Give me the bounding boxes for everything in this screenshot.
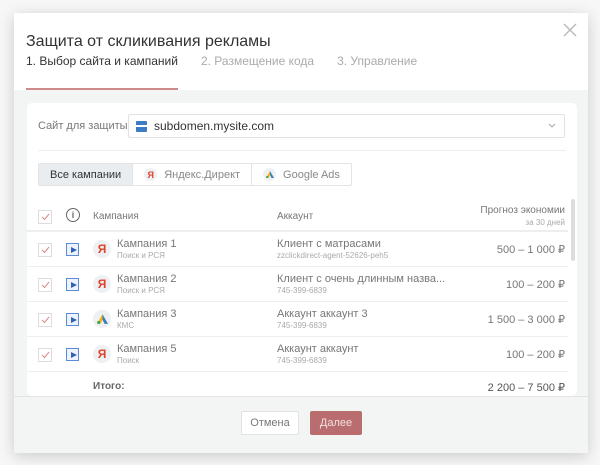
account-name: Аккаунт аккаунт: [277, 343, 359, 355]
row-checkbox[interactable]: [38, 278, 52, 292]
campaign-cell: Кампания 2 Поиск и РСЯ: [117, 273, 177, 295]
campaign-type: Поиск и РСЯ: [117, 286, 165, 295]
scrollbar[interactable]: [571, 199, 575, 261]
site-icon: [136, 120, 147, 132]
forecast-value: 100 – 200 ₽: [506, 279, 565, 291]
campaign-cell: Кампания 3 КМС: [117, 308, 177, 330]
campaign-name: Кампания 2: [117, 273, 177, 285]
header-forecast: Прогноз экономии за 30 дней: [480, 205, 565, 227]
close-icon[interactable]: [562, 22, 578, 38]
account-name: Клиент с очень длинным назва...: [277, 273, 446, 285]
site-label: Сайт для защиты: [38, 120, 128, 132]
account-id: 745-399-6839: [277, 356, 327, 365]
steps-tabs: 1. Выбор сайта и кампаний 2. Размещение …: [26, 54, 417, 90]
campaign-cell: Кампания 5 Поиск: [117, 343, 177, 365]
cancel-button[interactable]: Отмена: [241, 411, 299, 435]
campaign-name: Кампания 3: [117, 308, 177, 320]
forecast-label: Прогноз экономии: [480, 205, 565, 216]
row-checkbox[interactable]: [38, 313, 52, 327]
filter-label: Google Ads: [283, 168, 340, 181]
row-checkbox[interactable]: [38, 243, 52, 257]
campaign-name: Кампания 1: [117, 238, 177, 250]
total-value: 2 200 – 7 500 ₽: [487, 382, 565, 394]
campaign-name: Кампания 5: [117, 343, 177, 355]
content-card: Сайт для защиты subdomen.mysite.com Все …: [27, 103, 577, 396]
total-label: Итого:: [93, 381, 125, 392]
platform-filter: Все кампании Я Яндекс.Директ Google Ads: [38, 163, 352, 186]
google-ads-icon: [93, 310, 111, 328]
forecast-value: 1 500 – 3 000 ₽: [487, 314, 565, 326]
header-account: Аккаунт: [277, 211, 314, 222]
filter-yandex[interactable]: Я Яндекс.Директ: [132, 164, 251, 185]
campaign-type: Поиск: [117, 356, 140, 365]
filter-label: Яндекс.Директ: [164, 168, 241, 181]
dialog-title: Защита от скликивания рекламы: [26, 33, 271, 50]
play-icon[interactable]: [66, 243, 79, 256]
divider: [38, 150, 566, 151]
play-icon[interactable]: [66, 313, 79, 326]
google-ads-icon: [263, 168, 277, 181]
table-row: Кампания 3 КМС Аккаунт аккаунт 3 745-399-68…: [27, 302, 568, 337]
tab-step-3[interactable]: 3. Управление: [337, 54, 417, 90]
campaign-type: КМС: [117, 321, 135, 330]
header-campaign: Кампания: [93, 211, 139, 222]
table-row: Я Кампания 1 Поиск и РСЯ Клиент с матрасами…: [27, 232, 568, 267]
filter-google[interactable]: Google Ads: [251, 164, 351, 185]
next-button[interactable]: Далее: [310, 411, 362, 435]
campaigns-table: i Кампания Аккаунт Прогноз экономии за 30…: [27, 199, 568, 396]
tab-step-1[interactable]: 1. Выбор сайта и кампаний: [26, 54, 178, 90]
account-cell: Клиент с очень длинным назва... 745-399-6…: [277, 273, 445, 295]
table-header: i Кампания Аккаунт Прогноз экономии за 30…: [27, 199, 568, 232]
account-id: 745-399-6839: [277, 286, 327, 295]
table-row: Я Кампания 2 Поиск и РСЯ Клиент с очень дли…: [27, 267, 568, 302]
footer-divider: [14, 396, 588, 397]
select-all-checkbox[interactable]: [38, 210, 52, 224]
account-cell: Аккаунт аккаунт 3 745-399-6839: [277, 308, 368, 330]
table-row: Я Кампания 5 Поиск Аккаунт аккаунт 745-399-6…: [27, 337, 568, 372]
modal-header: Защита от скликивания рекламы 1. Выбор с…: [14, 13, 588, 90]
row-checkbox[interactable]: [38, 348, 52, 362]
account-cell: Клиент с матрасами zzclickdirect-agent-52…: [277, 238, 388, 260]
chevron-down-icon: [548, 123, 556, 128]
modal-dialog: Защита от скликивания рекламы 1. Выбор с…: [14, 13, 588, 453]
forecast-value: 500 – 1 000 ₽: [496, 244, 565, 256]
campaign-cell: Кампания 1 Поиск и РСЯ: [117, 238, 177, 260]
forecast-value: 100 – 200 ₽: [506, 349, 565, 361]
filter-label: Все кампании: [50, 168, 122, 181]
forecast-period: за 30 дней: [525, 218, 565, 227]
total-row: Итого: 2 200 – 7 500 ₽: [27, 372, 568, 396]
account-name: Аккаунт аккаунт 3: [277, 308, 368, 320]
yandex-icon: Я: [93, 240, 111, 258]
account-id: 745-399-6839: [277, 321, 327, 330]
campaign-type: Поиск и РСЯ: [117, 251, 165, 260]
yandex-icon: Я: [93, 345, 111, 363]
account-name: Клиент с матрасами: [277, 238, 381, 250]
account-id: zzclickdirect-agent-52626-peh5: [277, 251, 389, 260]
yandex-icon: Я: [93, 275, 111, 293]
site-select[interactable]: subdomen.mysite.com: [128, 114, 565, 138]
yandex-icon: Я: [144, 168, 158, 181]
info-icon[interactable]: i: [66, 208, 80, 222]
play-icon[interactable]: [66, 278, 79, 291]
filter-all[interactable]: Все кампании: [39, 164, 133, 185]
tab-step-2[interactable]: 2. Размещение кода: [201, 54, 314, 90]
account-cell: Аккаунт аккаунт 745-399-6839: [277, 343, 358, 365]
site-value: subdomen.mysite.com: [154, 119, 275, 133]
play-icon[interactable]: [66, 348, 79, 361]
